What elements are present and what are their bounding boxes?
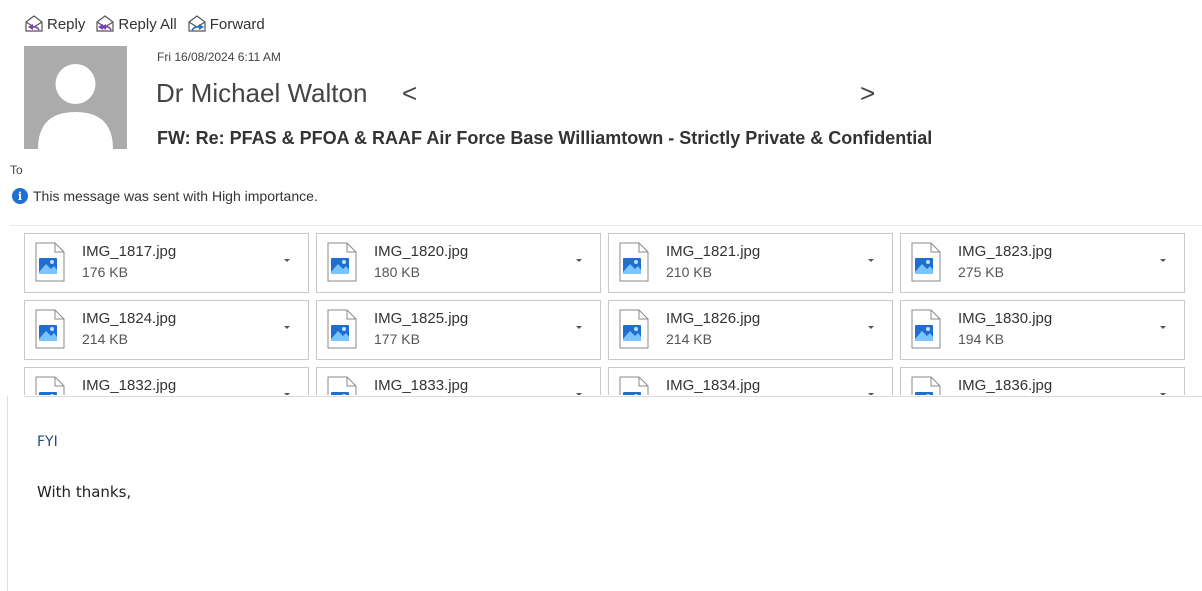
info-icon: i — [12, 188, 28, 204]
attachment-menu-button[interactable] — [574, 256, 584, 264]
attachment-name: IMG_1830.jpg — [958, 310, 1053, 327]
image-file-icon — [327, 376, 357, 395]
chevron-down-icon — [576, 326, 582, 329]
sender-line: Dr Michael Walton < > — [156, 78, 896, 112]
attachment-name: IMG_1824.jpg — [82, 310, 177, 327]
image-file-icon — [619, 376, 649, 395]
attachment-menu-button[interactable] — [866, 390, 876, 395]
attachment-tile[interactable]: IMG_1825.jpg 177 KB — [316, 300, 601, 360]
attachment-menu-button[interactable] — [866, 323, 876, 331]
sender-email-close: > — [860, 78, 876, 108]
attachment-size: 214 KB — [82, 331, 128, 347]
sender-email-open: < — [402, 78, 418, 108]
image-file-icon — [327, 309, 357, 349]
attachment-name: IMG_1834.jpg — [666, 377, 761, 394]
attachment-tile[interactable]: IMG_1820.jpg 180 KB — [316, 233, 601, 293]
importance-text: This message was sent with High importan… — [33, 188, 318, 204]
reply-all-envelope-icon — [96, 15, 114, 32]
image-file-icon — [911, 376, 941, 395]
attachment-menu-button[interactable] — [574, 390, 584, 395]
attachment-tile[interactable]: IMG_1836.jpg — [900, 367, 1185, 395]
attachment-menu-button[interactable] — [574, 323, 584, 331]
reply-all-label: Reply All — [118, 15, 177, 33]
attachment-tile[interactable]: IMG_1834.jpg — [608, 367, 893, 395]
forward-envelope-icon — [188, 15, 206, 32]
attachment-well: IMG_1817.jpg 176 KB IMG_1820.jpg 180 KB IMG_… — [24, 233, 1186, 395]
attachment-tile[interactable]: IMG_1817.jpg 176 KB — [24, 233, 309, 293]
image-file-icon — [35, 376, 65, 395]
to-label: To — [10, 163, 23, 177]
sent-date: Fri 16/08/2024 6:11 AM — [157, 50, 281, 64]
attachments-divider — [24, 396, 1202, 397]
attachment-size: 177 KB — [374, 331, 420, 347]
importance-notice: i This message was sent with High import… — [12, 188, 318, 204]
chevron-down-icon — [284, 393, 290, 395]
attachment-name: IMG_1832.jpg — [82, 377, 177, 394]
reply-label: Reply — [47, 15, 86, 33]
body-fyi: FYI — [37, 434, 58, 450]
chevron-down-icon — [576, 393, 582, 395]
forward-button[interactable]: Forward — [187, 15, 265, 33]
attachment-menu-button[interactable] — [1158, 323, 1168, 331]
reply-envelope-icon — [25, 15, 43, 32]
image-file-icon — [327, 242, 357, 282]
attachment-name: IMG_1826.jpg — [666, 310, 761, 327]
reply-all-button[interactable]: Reply All — [95, 15, 177, 33]
attachment-name: IMG_1817.jpg — [82, 243, 177, 260]
attachment-size: 210 KB — [666, 264, 712, 280]
chevron-down-icon — [868, 259, 874, 262]
attachment-size: 194 KB — [958, 331, 1004, 347]
attachment-name: IMG_1825.jpg — [374, 310, 469, 327]
chevron-down-icon — [1160, 326, 1166, 329]
attachment-tile[interactable]: IMG_1830.jpg 194 KB — [900, 300, 1185, 360]
header-divider — [10, 225, 1202, 226]
message-toolbar: Reply Reply All Forward — [24, 12, 271, 36]
image-file-icon — [35, 242, 65, 282]
attachment-size: 176 KB — [82, 264, 128, 280]
attachment-tile[interactable]: IMG_1824.jpg 214 KB — [24, 300, 309, 360]
attachment-name: IMG_1821.jpg — [666, 243, 761, 260]
attachment-name: IMG_1820.jpg — [374, 243, 469, 260]
attachment-size: 214 KB — [666, 331, 712, 347]
image-file-icon — [35, 309, 65, 349]
sender-avatar — [24, 46, 127, 149]
reply-button[interactable]: Reply — [24, 15, 85, 33]
attachment-menu-button[interactable] — [1158, 390, 1168, 395]
attachment-menu-button[interactable] — [282, 256, 292, 264]
attachment-name: IMG_1836.jpg — [958, 377, 1053, 394]
attachment-size: 275 KB — [958, 264, 1004, 280]
image-file-icon — [911, 309, 941, 349]
chevron-down-icon — [1160, 393, 1166, 395]
chevron-down-icon — [284, 326, 290, 329]
attachment-menu-button[interactable] — [866, 256, 876, 264]
person-silhouette-icon — [24, 46, 127, 149]
forward-label: Forward — [209, 15, 265, 33]
message-subject: FW: Re: PFAS & PFOA & RAAF Air Force Bas… — [157, 128, 933, 148]
chevron-down-icon — [868, 326, 874, 329]
attachment-name: IMG_1833.jpg — [374, 377, 469, 394]
chevron-down-icon — [284, 259, 290, 262]
chevron-down-icon — [868, 393, 874, 395]
attachment-tile[interactable]: IMG_1821.jpg 210 KB — [608, 233, 893, 293]
attachment-size: 180 KB — [374, 264, 420, 280]
chevron-down-icon — [1160, 259, 1166, 262]
attachment-name: IMG_1823.jpg — [958, 243, 1053, 260]
body-left-border — [7, 396, 8, 591]
chevron-down-icon — [576, 259, 582, 262]
image-file-icon — [619, 309, 649, 349]
sender-name[interactable]: Dr Michael Walton — [156, 78, 367, 109]
attachment-tile[interactable]: IMG_1832.jpg — [24, 367, 309, 395]
attachment-tile[interactable]: IMG_1833.jpg — [316, 367, 601, 395]
body-closing: With thanks, — [37, 483, 132, 501]
attachment-menu-button[interactable] — [282, 390, 292, 395]
attachment-menu-button[interactable] — [282, 323, 292, 331]
attachment-tile[interactable]: IMG_1823.jpg 275 KB — [900, 233, 1185, 293]
attachment-tile[interactable]: IMG_1826.jpg 214 KB — [608, 300, 893, 360]
attachment-menu-button[interactable] — [1158, 256, 1168, 264]
image-file-icon — [911, 242, 941, 282]
image-file-icon — [619, 242, 649, 282]
